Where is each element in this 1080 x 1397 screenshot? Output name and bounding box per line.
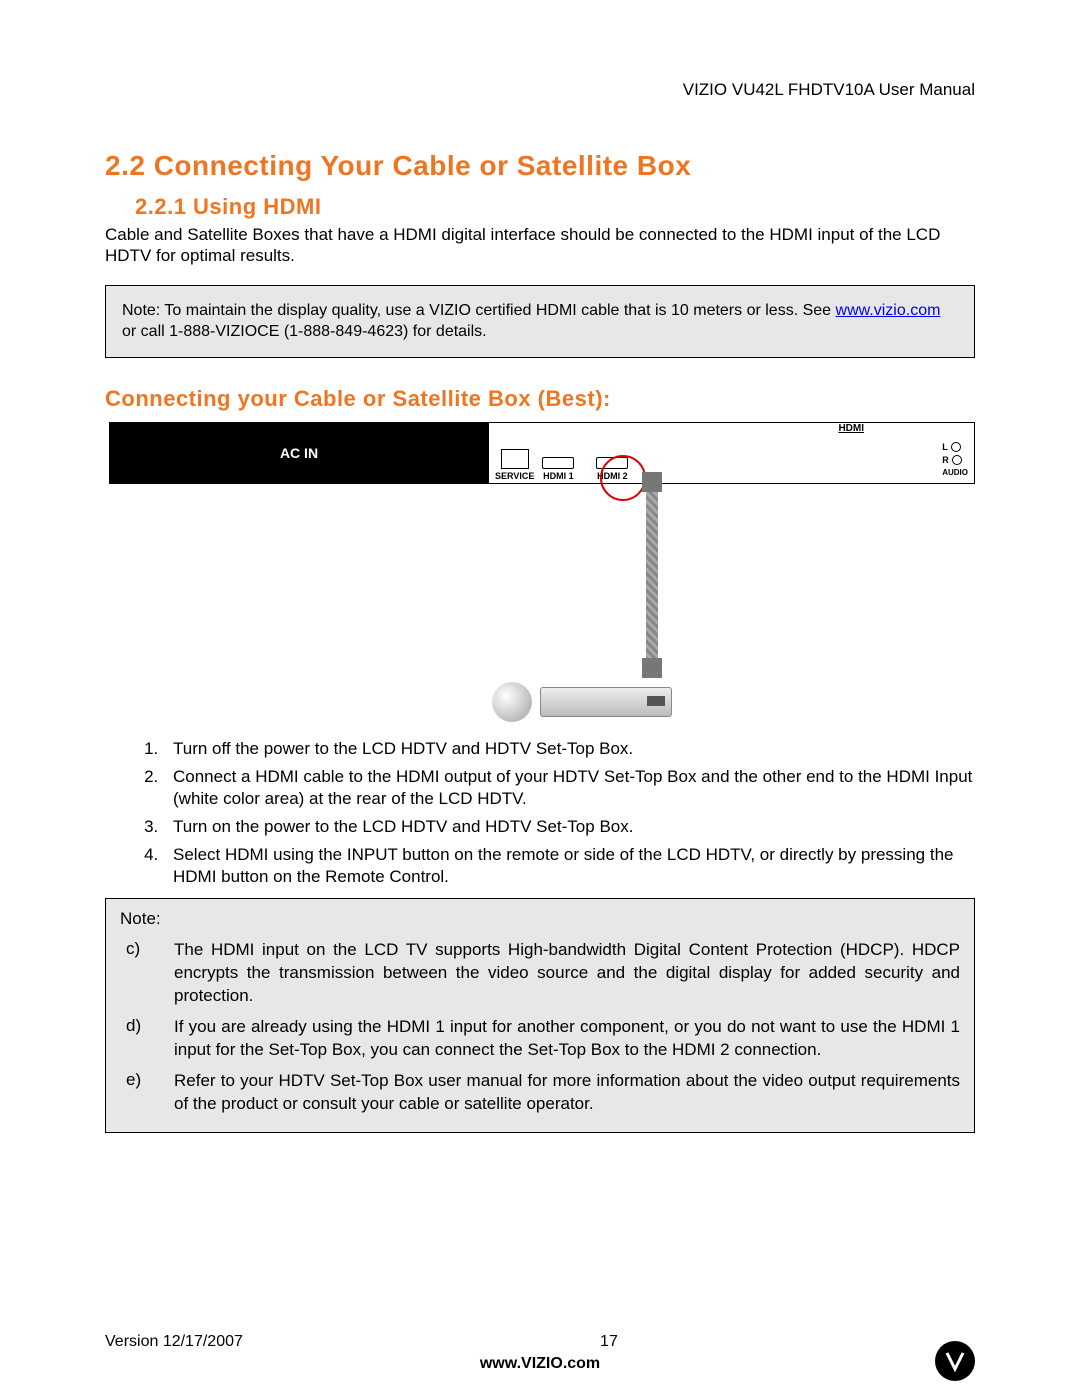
steps-list: Turn off the power to the LCD HDTV and H… [105,738,975,889]
step-item: Select HDMI using the INPUT button on th… [163,844,975,888]
audio-ports: L R AUDIO [942,442,968,477]
step-item: Connect a HDMI cable to the HDMI output … [163,766,975,810]
hdmi-cable-icon [646,490,658,660]
page-number: 17 [243,1333,975,1351]
set-top-box-icon [412,682,672,722]
footer-url: www.VIZIO.com [105,1355,975,1373]
note-box-additional: Note: c) The HDMI input on the LCD TV su… [105,898,975,1133]
tv-back-ac-label: AC IN [109,422,489,484]
audio-r-label: R [942,455,949,465]
audio-label: AUDIO [942,468,968,477]
service-label: SERVICE [495,471,534,481]
note-label: Note: [120,909,960,929]
document-header: VIZIO VU42L FHDTV10A User Manual [105,80,975,100]
step-item: Turn on the power to the LCD HDTV and HD… [163,816,975,838]
note-item-key: d) [120,1012,174,1066]
page-footer: Version 12/17/2007 17 www.VIZIO.com [105,1333,975,1351]
connection-subheading: Connecting your Cable or Satellite Box (… [105,386,975,412]
note-item-key: e) [120,1066,174,1120]
note-item-text: The HDMI input on the LCD TV supports Hi… [174,935,960,1012]
connection-diagram: AC IN HDMI SERVICE HDMI 1 HDMI 2 L [109,422,975,722]
receiver-box-icon [540,687,672,717]
note-item-text: If you are already using the HDMI 1 inpu… [174,1012,960,1066]
section-heading: 2.2 Connecting Your Cable or Satellite B… [105,150,975,182]
note-text-post: or call 1-888-VIZIOCE (1-888-849-4623) f… [122,323,487,340]
note-box-hdmi-cable: Note: To maintain the display quality, u… [105,285,975,358]
hdmi1-port: HDMI 1 [542,447,574,481]
note-item-key: c) [120,935,174,1012]
vizio-link[interactable]: www.vizio.com [836,302,941,319]
service-port: SERVICE [495,449,534,481]
hdmi-group-label: HDMI [838,423,864,434]
version-text: Version 12/17/2007 [105,1333,243,1351]
hdmi1-label: HDMI 1 [543,471,574,481]
vizio-logo-icon [935,1341,975,1381]
intro-paragraph: Cable and Satellite Boxes that have a HD… [105,224,975,267]
hdmi1-highlight-circle [600,455,646,501]
subsection-heading: 2.2.1 Using HDMI [135,194,975,220]
note-text-pre: Note: To maintain the display quality, u… [122,302,836,319]
audio-l-label: L [942,442,948,452]
step-item: Turn off the power to the LCD HDTV and H… [163,738,975,760]
satellite-dish-icon [492,682,532,722]
note-item-text: Refer to your HDTV Set-Top Box user manu… [174,1066,960,1120]
